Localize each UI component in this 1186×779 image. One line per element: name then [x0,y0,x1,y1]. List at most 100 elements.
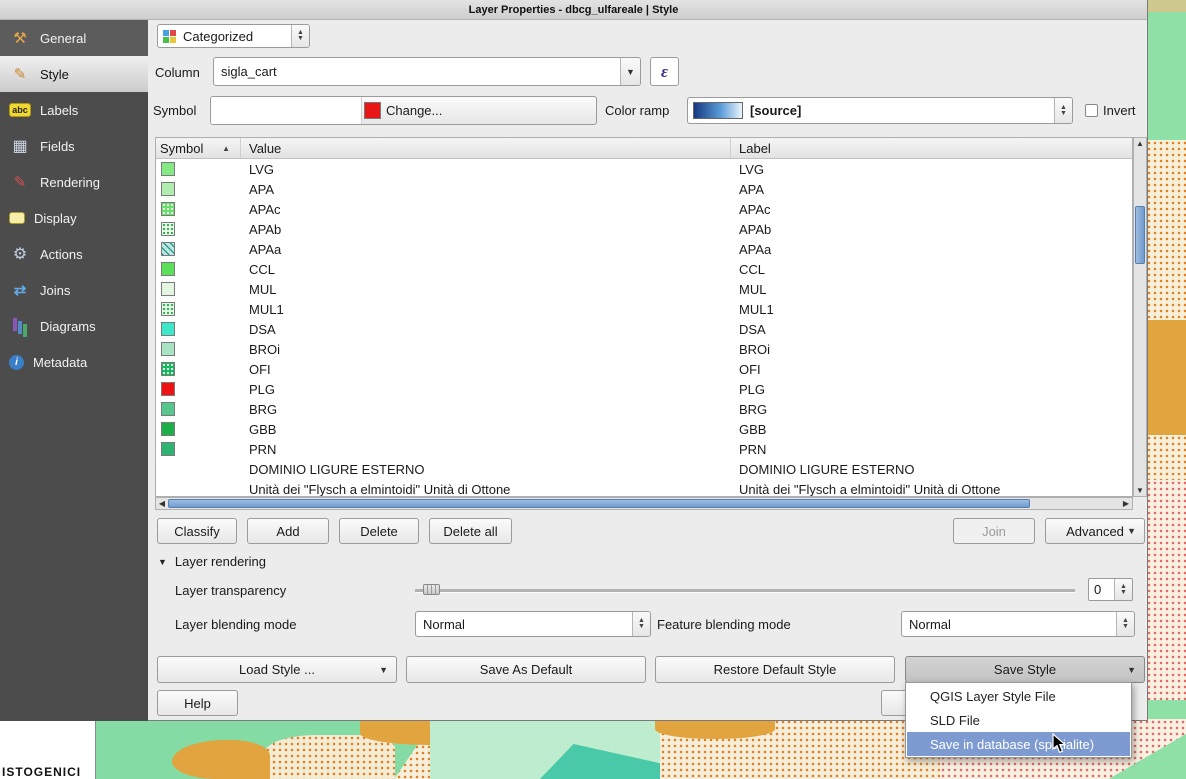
scroll-left-icon[interactable]: ◀ [156,498,168,509]
table-row[interactable]: PRNPRN [156,439,1132,459]
transparency-value: 0 [1089,582,1101,597]
vertical-scroll-thumb[interactable] [1135,206,1145,264]
column-header-value[interactable]: Value [241,138,731,158]
sidebar-item-actions[interactable]: Actions [0,236,148,272]
apply-button-partial[interactable] [881,690,905,716]
table-row[interactable]: MULMUL [156,279,1132,299]
combo-spin-arrows-icon[interactable]: ▲▼ [1054,98,1072,123]
scroll-right-icon[interactable]: ▶ [1120,498,1132,509]
advanced-button[interactable]: Advanced ▼ [1045,518,1145,544]
class-label-cell: MUL1 [731,302,1132,317]
sidebar-item-fields[interactable]: Fields [0,128,148,164]
class-symbol-swatch[interactable] [161,222,175,236]
column-combobox[interactable]: sigla_cart ▼ [213,57,641,86]
horizontal-scroll-thumb[interactable] [168,499,1030,508]
sidebar-item-diagrams[interactable]: Diagrams [0,308,148,344]
feature-blending-select[interactable]: Normal ▲▼ [901,611,1135,637]
vertical-scrollbar[interactable]: ▲ ▼ [1133,137,1147,497]
class-symbol-swatch[interactable] [161,422,175,436]
paintbrush-icon [9,64,31,84]
class-symbol-swatch[interactable] [161,342,175,356]
speech-bubble-icon [9,212,25,224]
sidebar-item-label: General [40,31,86,46]
table-row[interactable]: Unità dei "Flysch a elmintoidi" Unità di… [156,479,1132,497]
class-table-body: LVGLVGAPAAPAAPAcAPAcAPAbAPAbAPAaAPAaCCLC… [156,159,1132,497]
menu-item-save-in-database-spatialite-[interactable]: Save in database (spatialite) [907,732,1130,756]
transparency-spinbox[interactable]: 0 ▲▼ [1088,578,1133,601]
class-symbol-cell [156,362,241,376]
window-titlebar[interactable]: Layer Properties - dbcg_ulfareale | Styl… [0,0,1147,20]
sidebar-item-joins[interactable]: Joins [0,272,148,308]
class-symbol-swatch[interactable] [161,402,175,416]
invert-checkbox-group[interactable]: Invert [1085,103,1136,118]
save-style-button[interactable]: Save Style ▼ [905,656,1145,683]
table-row[interactable]: CCLCCL [156,259,1132,279]
class-symbol-swatch[interactable] [161,242,175,256]
restore-default-style-button[interactable]: Restore Default Style [655,656,895,683]
expression-builder-button[interactable]: ε [650,57,679,86]
combo-spin-arrows-icon[interactable]: ▲▼ [1116,612,1134,636]
class-symbol-swatch[interactable] [161,162,175,176]
combo-spin-arrows-icon[interactable]: ▲▼ [632,612,650,636]
renderer-type-select[interactable]: Categorized ▲▼ [157,24,310,48]
color-ramp-select[interactable]: [source] ▲▼ [687,97,1073,124]
table-row[interactable]: APAAPA [156,179,1132,199]
table-row[interactable]: DSADSA [156,319,1132,339]
class-symbol-swatch[interactable] [161,202,175,216]
menu-item-qgis-layer-style-file[interactable]: QGIS Layer Style File [907,684,1130,708]
table-row[interactable]: LVGLVG [156,159,1132,179]
table-row[interactable]: APAcAPAc [156,199,1132,219]
delete-button[interactable]: Delete [339,518,419,544]
column-header-symbol[interactable]: Symbol ▲ [156,138,241,158]
save-as-default-button[interactable]: Save As Default [406,656,646,683]
load-style-button[interactable]: Load Style ... ▼ [157,656,397,683]
sidebar-item-labels[interactable]: abcLabels [0,92,148,128]
layer-rendering-collapse[interactable]: ▼ Layer rendering [158,554,266,569]
table-row[interactable]: GBBGBB [156,419,1132,439]
transparency-slider[interactable] [415,582,1075,598]
sidebar-items: General StyleabcLabelsFieldsRenderingDisp… [0,20,148,380]
combo-spin-arrows-icon[interactable]: ▲▼ [291,25,309,47]
scroll-up-icon[interactable]: ▲ [1134,138,1146,149]
table-row[interactable]: BROiBROi [156,339,1132,359]
column-header-label[interactable]: Label [731,138,1132,158]
table-row[interactable]: APAaAPAa [156,239,1132,259]
spinbox-arrows-icon[interactable]: ▲▼ [1114,579,1132,600]
class-symbol-swatch[interactable] [161,282,175,296]
scroll-down-icon[interactable]: ▼ [1134,485,1146,496]
delete-all-button[interactable]: Delete all [429,518,512,544]
class-symbol-swatch[interactable] [161,442,175,456]
sidebar-item-style[interactable]: Style [0,56,148,92]
class-symbol-swatch[interactable] [161,322,175,336]
table-row[interactable]: APAbAPAb [156,219,1132,239]
table-row[interactable]: OFIOFI [156,359,1132,379]
invert-checkbox[interactable] [1085,104,1098,117]
add-button[interactable]: Add [247,518,329,544]
symbol-change-widget[interactable]: Change... [210,96,597,125]
class-symbol-swatch[interactable] [161,182,175,196]
menu-item-sld-file[interactable]: SLD File [907,708,1130,732]
table-row[interactable]: BRGBRG [156,399,1132,419]
class-symbol-swatch[interactable] [161,362,175,376]
class-symbol-cell [156,382,241,396]
layer-blending-select[interactable]: Normal ▲▼ [415,611,651,637]
table-row[interactable]: MUL1MUL1 [156,299,1132,319]
slider-handle[interactable] [423,584,440,595]
change-symbol-button[interactable]: Change... [386,103,442,118]
class-symbol-swatch[interactable] [161,382,175,396]
class-symbol-swatch[interactable] [161,262,175,276]
class-symbol-cell [156,402,241,416]
class-symbol-cell [156,302,241,316]
help-button[interactable]: Help [157,690,238,716]
table-row[interactable]: DOMINIO LIGURE ESTERNODOMINIO LIGURE EST… [156,459,1132,479]
classify-button[interactable]: Classify [157,518,237,544]
class-symbol-swatch[interactable] [161,302,175,316]
sidebar-item-metadata[interactable]: iMetadata [0,344,148,380]
horizontal-scrollbar[interactable]: ◀ ▶ [155,497,1133,510]
classes-table[interactable]: Symbol ▲ Value Label LVGLVGAPAAPAAPAcAPA… [155,137,1133,497]
table-row[interactable]: PLGPLG [156,379,1132,399]
sidebar-item-rendering[interactable]: Rendering [0,164,148,200]
sidebar-item-display[interactable]: Display [0,200,148,236]
chevron-down-icon[interactable]: ▼ [620,58,640,85]
sidebar-item-general[interactable]: General [0,20,148,56]
